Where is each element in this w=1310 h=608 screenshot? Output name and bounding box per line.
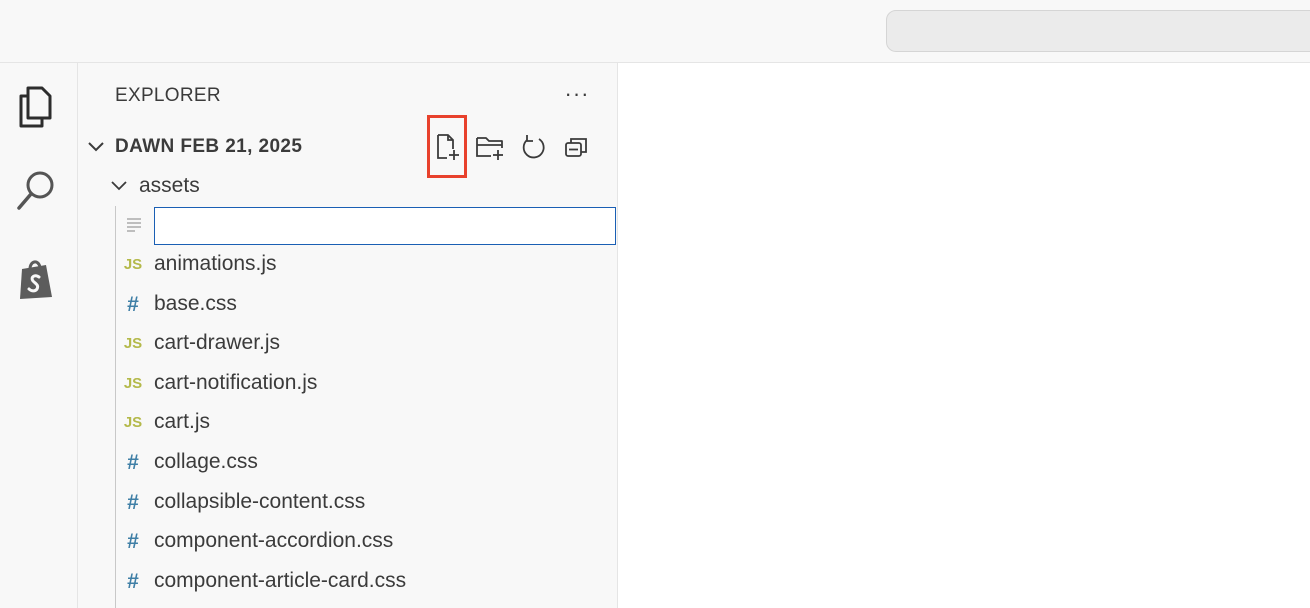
folder-label: assets: [139, 174, 200, 197]
file-lines-icon: [127, 218, 141, 232]
new-folder-icon: [476, 137, 503, 160]
new-file-button[interactable]: [429, 129, 465, 165]
file-item[interactable]: # collage.css: [78, 444, 617, 484]
javascript-file-icon: JS: [123, 414, 143, 432]
file-item[interactable]: JS cart.js: [78, 404, 617, 444]
file-item[interactable]: # component-article-card.css: [78, 563, 617, 603]
css-file-icon: #: [127, 292, 139, 316]
workspace-title: DAWN FEB 21, 2025: [115, 136, 303, 157]
command-center-search[interactable]: [886, 10, 1310, 52]
file-item[interactable]: JS cart-drawer.js: [78, 325, 617, 365]
explorer-sidebar: EXPLORER ··· DAWN FEB 21, 2025 assets JS…: [78, 63, 618, 608]
more-actions-button[interactable]: ···: [562, 79, 592, 109]
file-list: JS animations.js # base.css JS cart-draw…: [78, 246, 617, 603]
javascript-file-icon: JS: [123, 335, 143, 353]
file-item[interactable]: # collapsible-content.css: [78, 484, 617, 524]
file-label: cart-drawer.js: [154, 331, 281, 355]
file-label: collapsible-content.css: [154, 489, 366, 513]
explorer-icon[interactable]: [12, 83, 60, 131]
shopify-icon[interactable]: [12, 255, 60, 303]
file-label: component-article-card.css: [154, 568, 407, 592]
refresh-icon: [522, 135, 545, 159]
folder-assets[interactable]: assets: [78, 168, 617, 204]
css-file-icon: #: [127, 569, 139, 593]
new-file-row: [78, 205, 617, 245]
file-label: component-accordion.css: [154, 529, 394, 553]
file-label: cart.js: [154, 410, 211, 434]
file-label: animations.js: [154, 252, 277, 275]
css-file-icon: #: [127, 530, 139, 554]
refresh-button[interactable]: [515, 129, 551, 165]
sidebar-title: EXPLORER: [115, 85, 221, 106]
workspace-section-header[interactable]: DAWN FEB 21, 2025: [78, 129, 617, 165]
title-bar: [0, 0, 1310, 63]
file-label: cart-notification.js: [154, 370, 318, 394]
file-label: base.css: [154, 291, 237, 315]
new-file-icon: [437, 134, 459, 160]
file-item[interactable]: # component-accordion.css: [78, 523, 617, 563]
javascript-file-icon: JS: [123, 256, 143, 273]
editor-area[interactable]: [618, 63, 1310, 608]
file-label: collage.css: [154, 449, 258, 473]
css-file-icon: #: [127, 450, 139, 474]
javascript-file-icon: JS: [123, 374, 143, 392]
file-item[interactable]: JS animations.js: [78, 246, 617, 286]
chevron-down-icon: [88, 142, 104, 152]
new-file-name-input[interactable]: [154, 207, 616, 245]
file-item[interactable]: JS cart-notification.js: [78, 365, 617, 405]
collapse-all-icon: [565, 138, 587, 157]
new-folder-button[interactable]: [472, 129, 508, 165]
search-icon[interactable]: [12, 167, 60, 215]
collapse-all-button[interactable]: [558, 129, 594, 165]
chevron-down-icon: [111, 181, 127, 191]
css-file-icon: #: [127, 490, 139, 514]
file-item[interactable]: # base.css: [78, 286, 617, 326]
activity-bar: [0, 63, 78, 608]
